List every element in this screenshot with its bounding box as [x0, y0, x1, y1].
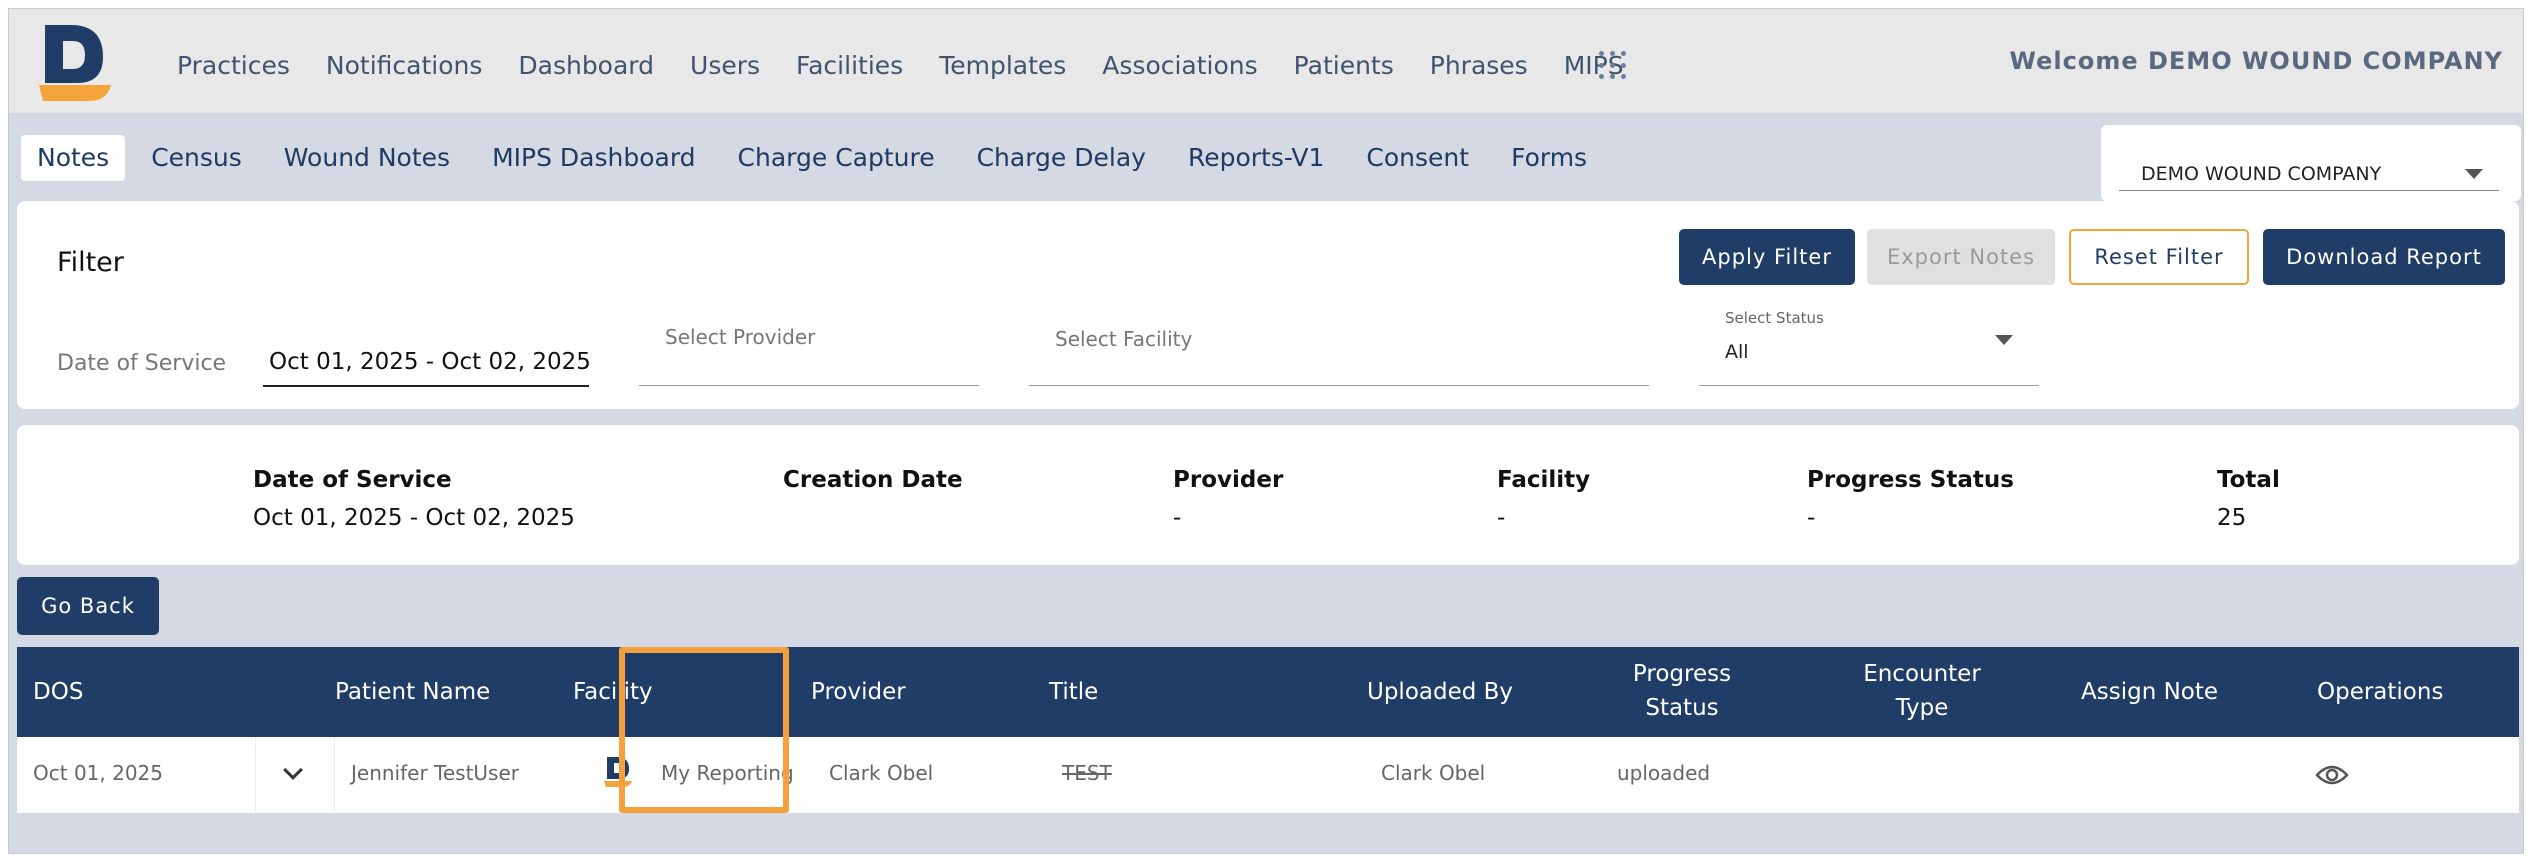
tab-notes[interactable]: Notes — [21, 135, 126, 181]
table-row[interactable]: Oct 01, 2025 Jennifer TestUser My Report… — [17, 737, 2519, 813]
header-encounter-line1: Encounter — [1863, 661, 1981, 687]
eye-icon[interactable] — [2315, 761, 2349, 789]
export-notes-button[interactable]: Export Notes — [1867, 229, 2055, 285]
row-expand-toggle[interactable] — [255, 737, 335, 813]
status-select[interactable]: All — [1725, 341, 1749, 363]
tab-census[interactable]: Census — [135, 135, 258, 181]
provider-select[interactable]: Select Provider — [665, 325, 815, 349]
row-provider: Clark Obel — [829, 761, 934, 785]
summary-provider: Provider - — [1173, 467, 1283, 531]
apps-grid-icon[interactable] — [1599, 51, 1629, 81]
header-encounter-type[interactable]: Encounter Type — [1857, 657, 1987, 725]
nav-templates[interactable]: Templates — [939, 51, 1066, 81]
tab-wound-notes[interactable]: Wound Notes — [268, 135, 466, 181]
company-select-value: DEMO WOUND COMPANY — [2141, 163, 2382, 185]
row-title[interactable]: TEST — [1062, 761, 1112, 785]
header-provider[interactable]: Provider — [811, 675, 906, 709]
tab-mips-dashboard[interactable]: MIPS Dashboard — [476, 135, 711, 181]
company-select-box: DEMO WOUND COMPANY — [2101, 125, 2521, 201]
status-underline — [1699, 385, 2039, 386]
app-frame: Practices Notifications Dashboard Users … — [8, 8, 2524, 854]
row-dos: Oct 01, 2025 — [33, 761, 163, 785]
table-header: DOS Patient Name Facility Provider Title… — [17, 647, 2519, 737]
header-uploaded-by[interactable]: Uploaded By — [1367, 675, 1513, 709]
filter-card: Filter Apply Filter Export Notes Reset F… — [17, 201, 2519, 409]
summary-dos: Date of Service Oct 01, 2025 - Oct 02, 2… — [253, 467, 575, 531]
status-label: Select Status — [1725, 309, 1824, 327]
summary-dos-value: Oct 01, 2025 - Oct 02, 2025 — [253, 505, 575, 531]
reset-filter-button[interactable]: Reset Filter — [2069, 229, 2249, 285]
summary-total-label: Total — [2217, 467, 2280, 493]
chevron-down-icon — [2465, 169, 2483, 179]
dos-input[interactable]: Oct 01, 2025 - Oct 02, 2025 — [269, 349, 591, 375]
title-column-highlight — [619, 647, 789, 813]
summary-provider-value: - — [1173, 505, 1182, 531]
header-encounter-line2: Type — [1895, 695, 1949, 721]
summary-facility: Facility - — [1497, 467, 1590, 531]
header-assign-note[interactable]: Assign Note — [2081, 675, 2218, 709]
nav-users[interactable]: Users — [690, 51, 760, 81]
tab-forms[interactable]: Forms — [1495, 135, 1603, 181]
apply-filter-button[interactable]: Apply Filter — [1679, 229, 1855, 285]
summary-progress-value: - — [1807, 505, 1816, 531]
row-progress-status: uploaded — [1617, 761, 1711, 785]
notes-table: DOS Patient Name Facility Provider Title… — [17, 647, 2519, 821]
row-patient-name[interactable]: Jennifer TestUser — [351, 761, 519, 785]
summary-facility-label: Facility — [1497, 467, 1591, 493]
app-logo[interactable] — [33, 21, 123, 105]
summary-card: Date of Service Oct 01, 2025 - Oct 02, 2… — [17, 425, 2519, 565]
summary-provider-label: Provider — [1173, 467, 1284, 493]
tab-consent[interactable]: Consent — [1350, 135, 1485, 181]
dos-underline — [263, 385, 589, 387]
nav-practices[interactable]: Practices — [177, 51, 290, 81]
header-progress-status[interactable]: Progress Status — [1627, 657, 1737, 725]
nav-notifications[interactable]: Notifications — [326, 51, 482, 81]
summary-creation: Creation Date — [783, 467, 963, 505]
tab-charge-capture[interactable]: Charge Capture — [722, 135, 951, 181]
tab-charge-delay[interactable]: Charge Delay — [961, 135, 1162, 181]
main-nav: Practices Notifications Dashboard Users … — [177, 51, 1660, 81]
summary-total: Total 25 — [2217, 467, 2280, 531]
header-progress-line2: Status — [1645, 695, 1719, 721]
facility-select[interactable]: Select Facility — [1055, 327, 1192, 351]
go-back-button[interactable]: Go Back — [17, 577, 159, 635]
company-select[interactable]: DEMO WOUND COMPANY — [2119, 159, 2499, 191]
download-report-button[interactable]: Download Report — [2263, 229, 2505, 285]
summary-creation-label: Creation Date — [783, 467, 963, 493]
summary-facility-value: - — [1497, 505, 1506, 531]
filter-title: Filter — [57, 247, 124, 278]
facility-underline — [1029, 385, 1649, 386]
row-uploaded-by: Clark Obel — [1381, 761, 1486, 785]
welcome-text: Welcome DEMO WOUND COMPANY — [2009, 47, 2503, 75]
top-navbar: Practices Notifications Dashboard Users … — [9, 9, 2523, 113]
header-patient-name[interactable]: Patient Name — [335, 675, 490, 709]
header-dos[interactable]: DOS — [33, 675, 83, 709]
nav-associations[interactable]: Associations — [1102, 51, 1257, 81]
header-operations: Operations — [2317, 679, 2444, 705]
header-title[interactable]: Title — [1049, 675, 1098, 709]
summary-progress: Progress Status - — [1807, 467, 2014, 531]
summary-progress-label: Progress Status — [1807, 467, 2014, 493]
header-progress-line1: Progress — [1632, 661, 1732, 687]
sub-tabs: Notes Census Wound Notes MIPS Dashboard … — [21, 135, 1613, 181]
summary-total-value: 25 — [2217, 505, 2247, 531]
chevron-down-icon — [283, 760, 303, 780]
tab-reports-v1[interactable]: Reports-V1 — [1172, 135, 1340, 181]
nav-facilities[interactable]: Facilities — [796, 51, 903, 81]
nav-dashboard[interactable]: Dashboard — [518, 51, 654, 81]
chevron-down-icon — [1995, 335, 2013, 345]
summary-dos-label: Date of Service — [253, 467, 452, 493]
nav-patients[interactable]: Patients — [1294, 51, 1394, 81]
dos-label: Date of Service — [57, 351, 227, 376]
nav-phrases[interactable]: Phrases — [1430, 51, 1528, 81]
provider-underline — [639, 385, 979, 386]
